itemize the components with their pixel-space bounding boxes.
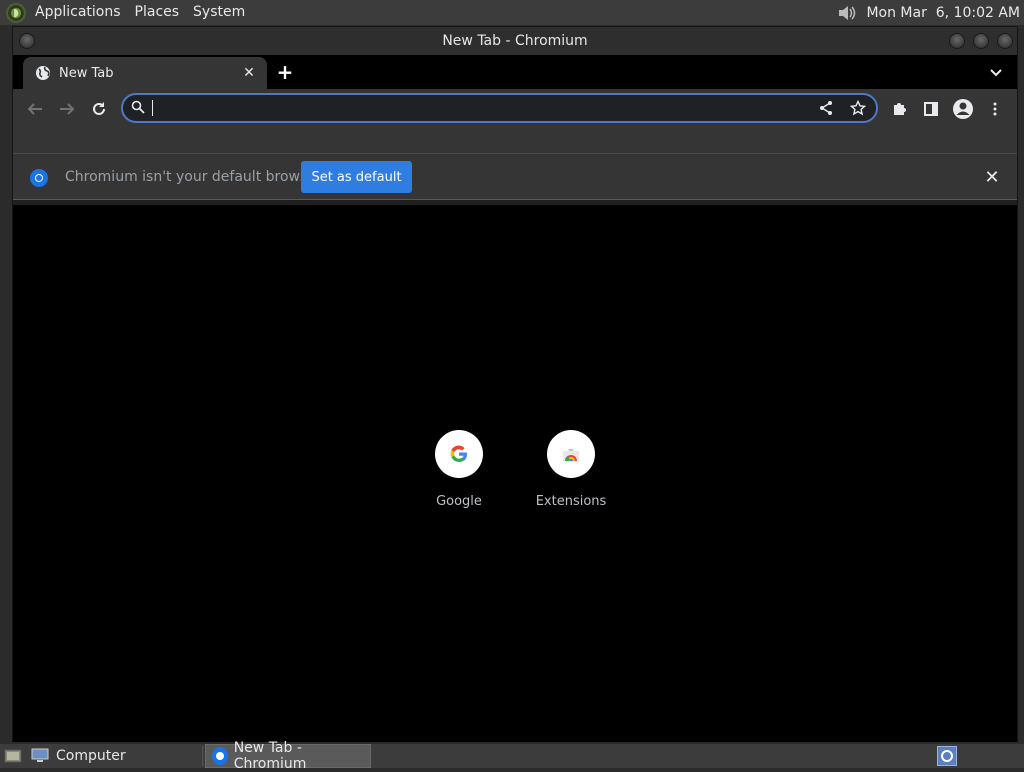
taskbar-item-computer[interactable]: Computer xyxy=(24,744,132,768)
browser-window: New Tab - Chromium New Tab ✕ + Chromium … xyxy=(12,26,1018,742)
panel-tray: Mon Mar 6, 10:02 AM xyxy=(836,3,1024,23)
extensions-puzzle-icon[interactable] xyxy=(888,98,910,120)
new-tab-page: Google Extensions xyxy=(13,205,1017,742)
shortcut-label: Extensions xyxy=(535,494,607,509)
chrome-web-store-icon xyxy=(547,430,595,478)
search-icon xyxy=(131,99,145,118)
browser-toolbar xyxy=(13,89,1017,129)
side-panel-icon[interactable] xyxy=(920,98,942,120)
window-menu-button[interactable] xyxy=(19,33,35,49)
profile-avatar-icon[interactable] xyxy=(952,98,974,120)
bookmark-star-icon[interactable] xyxy=(848,98,868,118)
window-titlebar[interactable]: New Tab - Chromium xyxy=(13,27,1017,55)
shortcut-extensions[interactable]: Extensions xyxy=(521,430,621,509)
chromium-tray-icon xyxy=(941,750,953,762)
omnibox[interactable] xyxy=(121,93,878,123)
tab-close-icon[interactable]: ✕ xyxy=(241,65,257,81)
close-window-button[interactable] xyxy=(997,33,1013,49)
distro-logo-icon[interactable]: ◗ xyxy=(6,2,26,23)
set-as-default-button[interactable]: Set as default xyxy=(301,161,412,193)
clock[interactable]: Mon Mar 6, 10:02 AM xyxy=(866,5,1020,21)
maximize-button[interactable] xyxy=(973,33,989,49)
menu-applications[interactable]: Applications xyxy=(28,0,128,25)
shortcut-google[interactable]: Google xyxy=(409,430,509,509)
new-tab-plus-icon[interactable]: + xyxy=(275,60,295,84)
main-menu: ◗ Applications Places System xyxy=(0,0,252,25)
back-arrow-icon[interactable] xyxy=(23,97,47,121)
forward-arrow-icon[interactable] xyxy=(55,97,79,121)
share-icon[interactable] xyxy=(816,98,836,118)
menu-places[interactable]: Places xyxy=(128,0,187,25)
address-input[interactable] xyxy=(161,100,804,116)
taskbar-item-label: New Tab - Chromium xyxy=(233,740,307,772)
tab-search-chevron-icon[interactable] xyxy=(987,63,1005,81)
workspace-switcher[interactable] xyxy=(937,746,957,766)
tab-title: New Tab xyxy=(59,65,114,81)
chromium-logo-icon xyxy=(30,169,48,187)
infobar-message: Chromium isn't your default browser xyxy=(65,169,322,185)
top-panel: ◗ Applications Places System Mon Mar 6, … xyxy=(0,0,1024,25)
tab-new-tab[interactable]: New Tab ✕ xyxy=(23,57,267,89)
chromium-icon xyxy=(211,747,228,765)
tab-strip: New Tab ✕ + xyxy=(13,55,1017,89)
default-browser-infobar: Chromium isn't your default browser Set … xyxy=(13,154,1017,200)
text-caret xyxy=(152,100,153,116)
taskbar-item-label: Computer xyxy=(56,748,126,764)
bottom-taskbar: Computer New Tab - Chromium xyxy=(0,740,1024,772)
menu-system[interactable]: System xyxy=(186,0,252,25)
taskbar-item-chromium[interactable]: New Tab - Chromium xyxy=(204,740,371,772)
show-desktop-icon[interactable] xyxy=(2,746,24,766)
shortcut-label: Google xyxy=(436,494,482,509)
infobar-close-icon[interactable]: ✕ xyxy=(983,167,1001,188)
reload-icon[interactable] xyxy=(87,97,111,121)
bookmarks-bar-area xyxy=(13,129,1017,154)
more-menu-icon[interactable] xyxy=(984,98,1006,120)
globe-icon xyxy=(35,65,51,81)
volume-icon[interactable] xyxy=(836,3,858,23)
minimize-button[interactable] xyxy=(949,33,965,49)
window-title: New Tab - Chromium xyxy=(442,33,588,49)
taskbar-separator xyxy=(201,746,203,766)
google-g-icon xyxy=(435,430,483,478)
computer-icon xyxy=(30,747,50,765)
